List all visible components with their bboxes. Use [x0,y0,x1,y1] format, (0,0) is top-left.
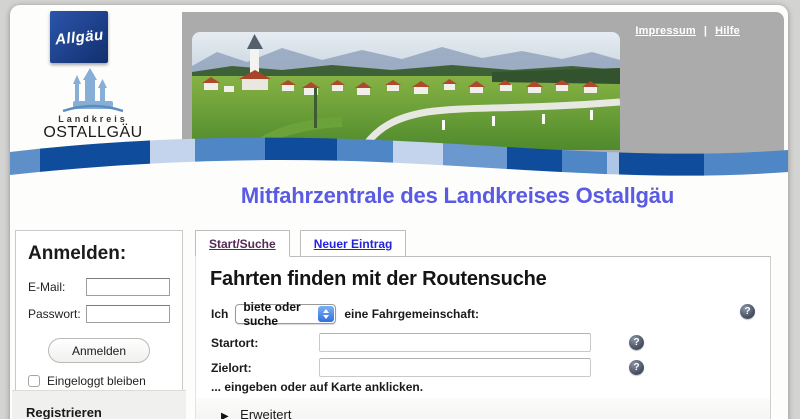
login-heading: Anmelden: [28,243,170,265]
impressum-link[interactable]: Impressum [635,25,696,37]
top-links-divider: | [704,25,707,37]
tab-start-suche-link[interactable]: Start/Suche [209,237,276,251]
page-card: Impressum|Hilfe Allgäu Landkreis OSTALLG… [10,5,788,419]
erweitert-toggle[interactable]: ▶ Erweitert [196,398,770,419]
password-row: Passwort: [28,305,170,323]
stripe-wave [10,128,788,178]
email-label: E-Mail: [28,280,86,294]
tab-start-suche[interactable]: Start/Suche [195,230,290,257]
zielort-label: Zielort: [211,361,319,375]
allgaeu-logo-text: Allgäu [54,26,104,48]
zielort-row: Zielort: [211,358,591,377]
tab-bar: Start/Suche Neuer Eintrag [195,230,771,257]
email-row: E-Mail: [28,278,170,296]
help-icon-zielort[interactable]: ? [629,360,644,375]
erweitert-label: Erweitert [240,407,291,419]
password-label: Passwort: [28,307,86,321]
startort-row: Startort: [211,333,591,352]
allgaeu-logo: Allgäu [50,11,108,63]
mode-select[interactable]: biete oder suche [235,304,336,324]
help-icon-mode[interactable]: ? [740,304,755,319]
ich-label: Ich [211,307,228,321]
password-input[interactable] [86,305,170,323]
tab-neuer-eintrag-link[interactable]: Neuer Eintrag [314,237,393,251]
landkreis-label: Landkreis [38,114,148,124]
top-links: Impressum | Hilfe [635,25,740,37]
main-content: Start/Suche Neuer Eintrag Fahrten finden… [195,230,771,419]
triangle-right-icon: ▶ [221,411,229,419]
hilfe-link[interactable]: Hilfe [715,25,740,37]
search-panel: Fahrten finden mit der Routensuche Ich b… [195,256,771,419]
startort-input[interactable] [319,333,591,352]
page-title: Mitfahrzentrale des Landkreises Ostallgä… [170,183,745,209]
register-section: Registrieren [12,390,186,419]
zielort-input[interactable] [319,358,591,377]
stay-logged-in-label: Eingeloggt bleiben [47,374,146,388]
panel-heading: Fahrten finden mit der Routensuche [210,268,547,291]
map-hint-text: ... eingeben oder auf Karte anklicken. [211,380,423,394]
email-input[interactable] [86,278,170,296]
startort-label: Startort: [211,336,319,350]
castle-icon [61,65,125,113]
tab-neuer-eintrag[interactable]: Neuer Eintrag [300,230,407,257]
help-icon-startort[interactable]: ? [629,335,644,350]
stay-logged-in-checkbox[interactable] [28,375,40,387]
fahrgemeinschaft-label: eine Fahrgemeinschaft: [344,307,479,321]
register-link[interactable]: Registrieren [26,405,102,419]
select-stepper-icon [318,306,334,322]
login-button[interactable]: Anmelden [48,338,150,363]
mode-row: Ich biete oder suche eine Fahrgemeinscha… [211,304,479,324]
stay-logged-in-row: Eingeloggt bleiben [28,374,170,388]
